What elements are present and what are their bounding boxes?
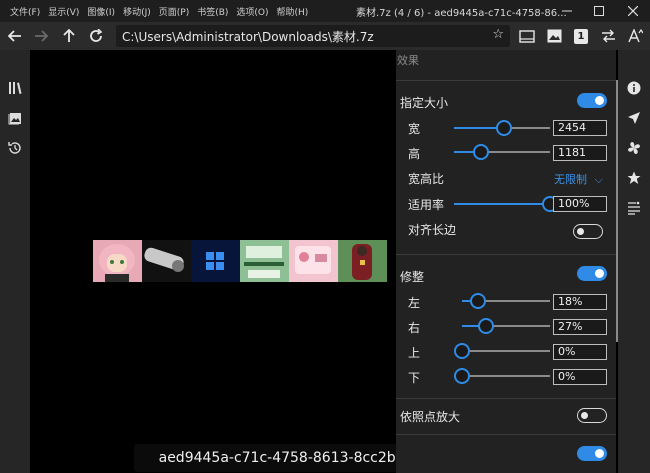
menu-bookmark[interactable]: 书签(B) [197,5,228,18]
refresh-icon[interactable] [85,22,107,50]
left-sidebar [0,50,30,473]
trim-right-label: 右 [408,321,421,335]
menu-image[interactable]: 图像(I) [87,5,115,18]
image-icon[interactable] [543,22,565,50]
trim-bottom-input[interactable]: 0% [553,369,607,385]
back-arrow-icon[interactable] [4,22,26,50]
menu-help[interactable]: 帮助(H) [277,5,309,18]
divider [396,434,616,435]
navigation-icon[interactable] [618,106,650,130]
trim-top-input[interactable]: 0% [553,344,607,360]
width-input[interactable]: 2454 [553,120,607,136]
trim-top-label: 上 [408,346,421,360]
image-list-icon[interactable] [0,106,30,130]
fit-rate-input[interactable]: 100% [553,196,607,212]
trim-bottom-slider[interactable] [454,368,550,384]
menu-bar: 文件(F) 显示(V) 图像(I) 移动(J) 页面(P) 书签(B) 选项(O… [0,5,316,18]
trim-left-input[interactable]: 18% [553,294,607,310]
trim-label: 修整 [400,270,425,284]
divider [396,398,616,399]
address-bar[interactable]: C:\Users\Administrator\Downloads\素材.7z ☆ [116,25,510,47]
forward-arrow-icon[interactable] [30,22,52,50]
height-label: 高 [408,147,421,161]
thumbnail-windows-logo [191,240,240,282]
thumbnail-sketch [142,240,191,282]
swap-direction-icon[interactable] [597,22,619,50]
title-bar: 文件(F) 显示(V) 图像(I) 移动(J) 页面(P) 书签(B) 选项(O… [0,0,650,22]
height-input[interactable]: 1181 [553,145,607,161]
align-long-edge-toggle[interactable] [573,224,603,239]
address-path: C:\Users\Administrator\Downloads\素材.7z [122,29,374,44]
menu-file[interactable]: 文件(F) [10,5,40,18]
thumbnail-pink-graphic [289,240,338,282]
fit-rate-label: 适用率 [408,198,445,212]
menu-move[interactable]: 移动(J) [123,5,151,18]
favorite-star-icon[interactable] [618,166,650,190]
width-slider[interactable] [454,120,550,136]
zoom-point-label: 依照点放大 [400,410,461,424]
history-icon[interactable] [0,136,30,160]
library-icon[interactable] [0,76,30,100]
divider [396,80,616,81]
aspect-ratio-label: 宽高比 [408,172,445,186]
aspect-ratio-dropdown[interactable]: 无限制 ⌵ [554,171,603,187]
chevron-down-icon: ⌵ [594,173,603,186]
aspect-ratio-value: 无限制 [554,173,587,186]
panel-toggle-icon[interactable] [516,22,538,50]
up-arrow-icon[interactable] [58,22,80,50]
trim-left-label: 左 [408,296,421,310]
image-viewer[interactable] [30,50,396,473]
menu-page[interactable]: 页面(P) [159,5,189,18]
panel-title: 效果 [397,54,419,67]
resize-toggle[interactable] [577,93,607,108]
info-icon[interactable] [618,76,650,100]
trim-top-slider[interactable] [454,343,550,359]
page-count-icon[interactable]: 1 [570,22,592,50]
bookmark-star-icon[interactable]: ☆ [492,27,504,42]
thumbnail-green-graphic [240,240,289,282]
menu-view[interactable]: 显示(V) [48,5,79,18]
effects-panel: 效果 指定大小 宽 2454 高 1181 宽高比 无限制 ⌵ 适用率 100%… [396,50,616,473]
trim-right-slider[interactable] [462,318,550,334]
maximize-icon[interactable] [584,0,614,22]
divider [396,254,616,255]
minimize-icon[interactable] [552,0,582,22]
trim-toggle[interactable] [577,266,607,281]
displayed-image [93,240,387,282]
font-size-icon[interactable] [624,22,646,50]
toolbar: C:\Users\Administrator\Downloads\素材.7z ☆… [0,22,650,50]
trim-right-input[interactable]: 27% [553,319,607,335]
right-sidebar [618,50,650,473]
fit-rate-slider[interactable] [454,196,558,212]
effects-fan-icon[interactable] [618,136,650,160]
height-slider[interactable] [454,144,550,160]
adjustment-list-icon[interactable] [618,196,650,220]
close-icon[interactable] [618,0,648,22]
window-title: 素材.7z (4 / 6) - aed9445a-c71c-4758-86... [356,8,567,19]
width-label: 宽 [408,122,421,136]
last-option-toggle[interactable] [577,446,607,461]
trim-left-slider[interactable] [462,293,550,309]
zoom-point-toggle[interactable] [577,408,607,423]
trim-bottom-label: 下 [408,371,421,385]
thumbnail-anime-girl [93,240,142,282]
resize-label: 指定大小 [400,96,449,110]
align-long-edge-label: 对齐长边 [408,223,457,237]
menu-options[interactable]: 选项(O) [236,5,268,18]
thumbnail-superhero [338,240,387,282]
